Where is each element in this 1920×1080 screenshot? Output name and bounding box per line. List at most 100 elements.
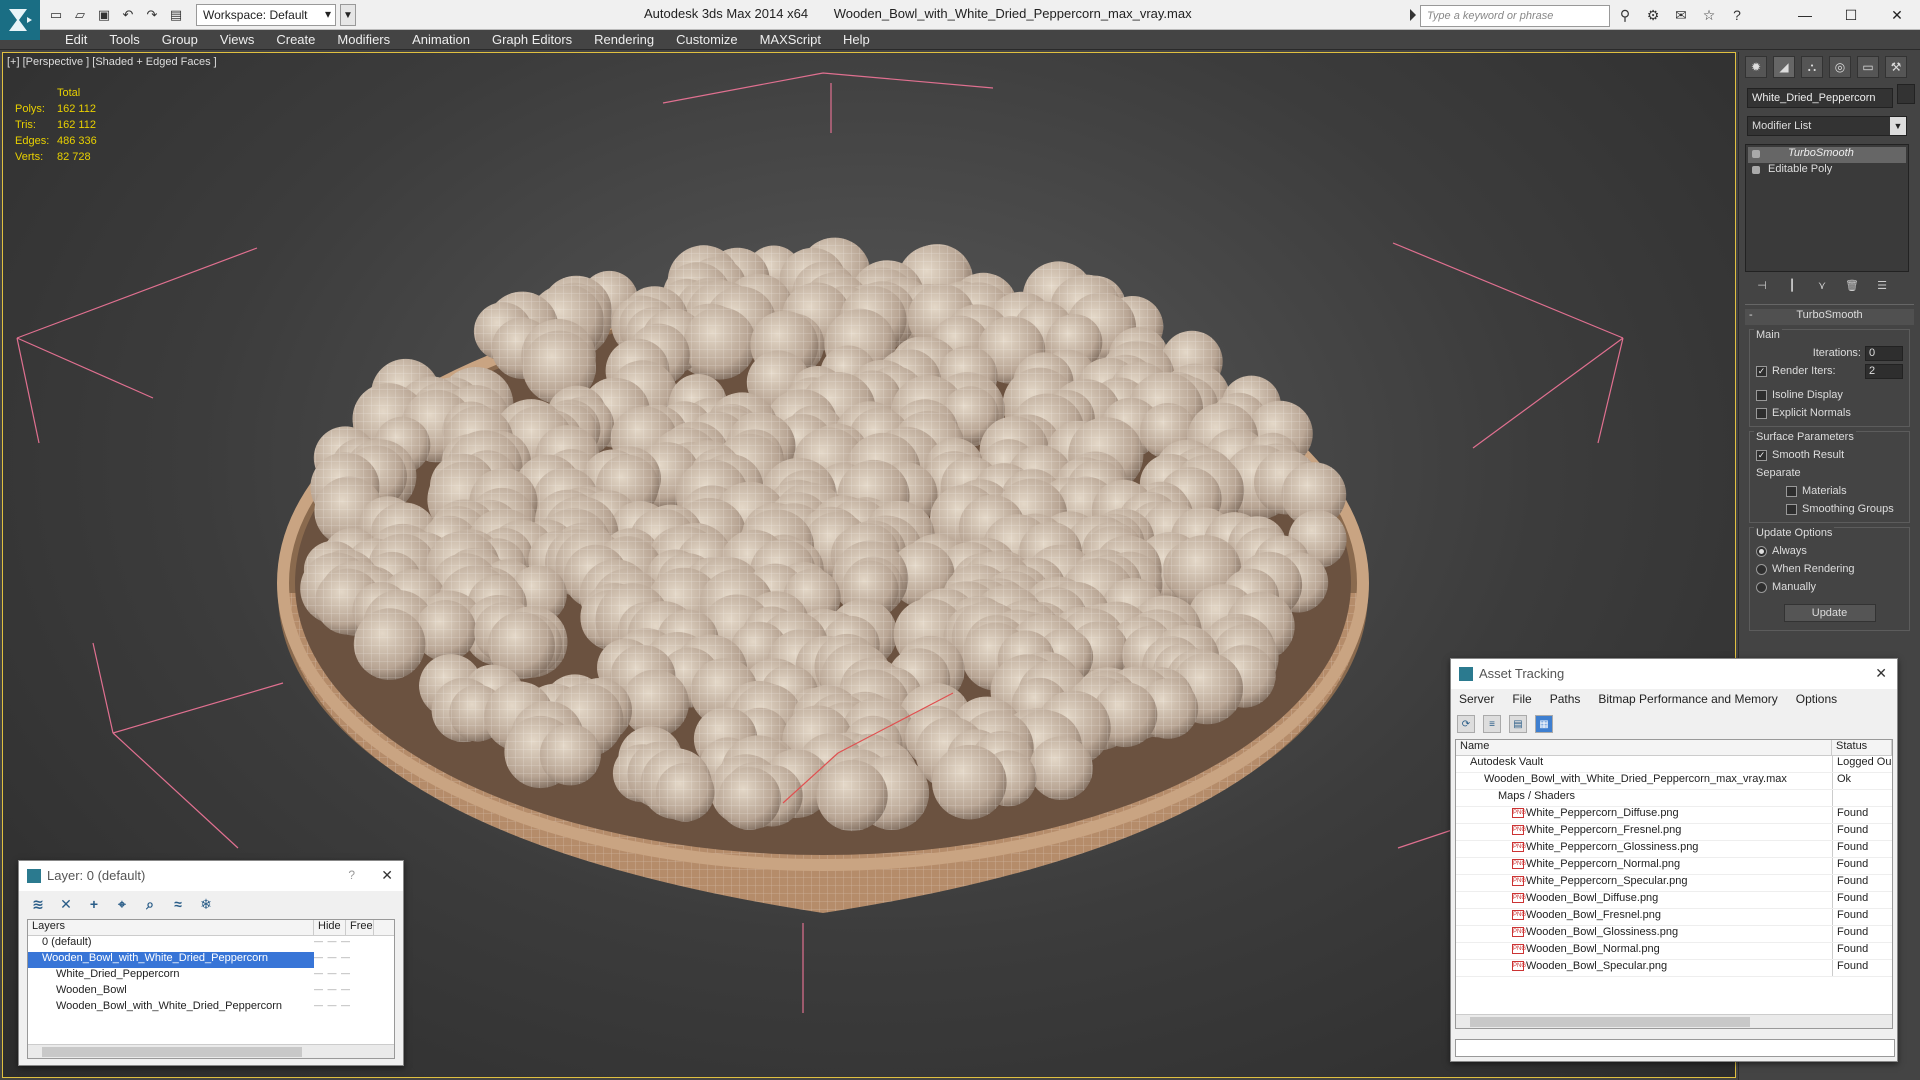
asset-row[interactable]: PNGWooden_Bowl_Glossiness.png Found bbox=[1456, 926, 1892, 943]
add-to-layer-icon[interactable]: + bbox=[85, 895, 103, 913]
menu-item-modifiers[interactable]: Modifiers bbox=[326, 32, 401, 47]
asset-row[interactable]: PNGWooden_Bowl_Normal.png Found bbox=[1456, 943, 1892, 960]
maximize-button[interactable]: ☐ bbox=[1828, 0, 1874, 30]
menu-item-create[interactable]: Create bbox=[265, 32, 326, 47]
pin-stack-icon[interactable]: ⊣ bbox=[1753, 276, 1771, 294]
asset-menu-bitmap-performance-and-memory[interactable]: Bitmap Performance and Memory bbox=[1598, 692, 1777, 708]
select-objects-icon[interactable]: ⌖ bbox=[113, 895, 131, 913]
menu-item-animation[interactable]: Animation bbox=[401, 32, 481, 47]
render-iters-spinner[interactable]: 2 bbox=[1865, 363, 1903, 379]
search-expand-icon[interactable] bbox=[1410, 9, 1416, 21]
details-view-icon[interactable]: ▤ bbox=[1509, 715, 1527, 733]
isoline-display-checkbox[interactable] bbox=[1756, 389, 1767, 401]
table-view-icon[interactable]: ▦ bbox=[1535, 715, 1553, 733]
col-hide[interactable]: Hide bbox=[314, 920, 346, 935]
asset-row[interactable]: PNGWhite_Peppercorn_Glossiness.png Found bbox=[1456, 841, 1892, 858]
lightbulb-icon[interactable] bbox=[1752, 150, 1760, 158]
asset-menu-paths[interactable]: Paths bbox=[1550, 692, 1581, 708]
col-status[interactable]: Status bbox=[1832, 740, 1892, 755]
layer-horizontal-scrollbar[interactable] bbox=[28, 1044, 394, 1058]
save-file-icon[interactable]: ▣ bbox=[94, 5, 114, 25]
configure-sets-icon[interactable]: ☰ bbox=[1873, 276, 1891, 294]
help-icon[interactable]: ? bbox=[1726, 5, 1748, 25]
help-icon[interactable]: ? bbox=[348, 868, 355, 882]
stack-item-turbosmooth[interactable]: TurboSmooth bbox=[1748, 147, 1906, 163]
asset-row[interactable]: PNGWhite_Peppercorn_Diffuse.png Found bbox=[1456, 807, 1892, 824]
create-tab-icon[interactable]: ✹ bbox=[1745, 56, 1767, 78]
asset-menu-file[interactable]: File bbox=[1512, 692, 1531, 708]
asset-menu-server[interactable]: Server bbox=[1459, 692, 1494, 708]
modify-tab-icon[interactable]: ◢ bbox=[1773, 56, 1795, 78]
layer-row[interactable]: Wooden_Bowl — — — bbox=[28, 984, 394, 1000]
show-end-result-icon[interactable]: ┃ bbox=[1783, 276, 1801, 294]
make-unique-icon[interactable]: ⋎ bbox=[1813, 276, 1831, 294]
utilities-tab-icon[interactable]: ⚒ bbox=[1885, 56, 1907, 78]
binoculars-icon[interactable]: ⚲ bbox=[1614, 5, 1636, 25]
menu-item-maxscript[interactable]: MAXScript bbox=[749, 32, 832, 47]
menu-item-group[interactable]: Group bbox=[151, 32, 209, 47]
workspace-select[interactable]: Workspace: Default bbox=[196, 4, 336, 26]
stack-item-editable-poly[interactable]: Editable Poly bbox=[1748, 163, 1906, 179]
layer-dialog-close-icon[interactable]: ✕ bbox=[381, 867, 393, 884]
delete-layer-icon[interactable]: ✕ bbox=[57, 895, 75, 913]
hide-all-icon[interactable]: ≈ bbox=[169, 895, 187, 913]
new-layer-icon[interactable]: ≋ bbox=[29, 895, 47, 913]
favorites-star-icon[interactable]: ☆ bbox=[1698, 5, 1720, 25]
asset-row[interactable]: PNGWooden_Bowl_Fresnel.png Found bbox=[1456, 909, 1892, 926]
minimize-button[interactable]: — bbox=[1782, 0, 1828, 30]
asset-row[interactable]: Autodesk Vault Logged Ou bbox=[1456, 756, 1892, 773]
asset-horizontal-scrollbar[interactable] bbox=[1456, 1014, 1892, 1028]
modifier-list-dropdown[interactable]: Modifier List bbox=[1747, 116, 1907, 136]
layer-row[interactable]: 0 (default) — — — bbox=[28, 936, 394, 952]
layer-hide-toggle[interactable]: — — — bbox=[314, 984, 364, 1000]
manually-radio[interactable] bbox=[1756, 581, 1767, 593]
undo-icon[interactable]: ↶ bbox=[118, 5, 138, 25]
layer-dialog-titlebar[interactable]: Layer: 0 (default) ? ✕ bbox=[19, 861, 403, 891]
layer-row[interactable]: Wooden_Bowl_with_White_Dried_Peppercorn —… bbox=[28, 1000, 394, 1016]
col-layers[interactable]: Layers bbox=[28, 920, 314, 935]
menu-item-help[interactable]: Help bbox=[832, 32, 881, 47]
menu-item-edit[interactable]: Edit bbox=[54, 32, 98, 47]
render-iters-checkbox[interactable]: ✓ bbox=[1756, 365, 1767, 377]
asset-row[interactable]: PNGWhite_Peppercorn_Specular.png Found bbox=[1456, 875, 1892, 892]
materials-checkbox[interactable] bbox=[1786, 485, 1797, 497]
turbosmooth-rollout-header[interactable]: TurboSmooth bbox=[1745, 309, 1914, 325]
search-input[interactable]: Type a keyword or phrase bbox=[1420, 5, 1610, 27]
project-folder-icon[interactable]: ▤ bbox=[166, 5, 186, 25]
layer-hide-toggle[interactable]: — — — bbox=[314, 968, 364, 984]
asset-row[interactable]: PNGWhite_Peppercorn_Normal.png Found bbox=[1456, 858, 1892, 875]
layer-row-name[interactable]: Wooden_Bowl_with_White_Dried_Peppercorn bbox=[28, 1000, 314, 1016]
layer-row-name[interactable]: White_Dried_Peppercorn bbox=[28, 968, 314, 984]
asset-row[interactable]: PNGWooden_Bowl_Diffuse.png Found bbox=[1456, 892, 1892, 909]
explicit-normals-checkbox[interactable] bbox=[1756, 407, 1767, 419]
object-color-swatch[interactable] bbox=[1897, 84, 1915, 104]
asset-row[interactable]: Maps / Shaders bbox=[1456, 790, 1892, 807]
col-freeze[interactable]: Free bbox=[346, 920, 374, 935]
asset-row[interactable]: PNGWhite_Peppercorn_Fresnel.png Found bbox=[1456, 824, 1892, 841]
remove-modifier-icon[interactable]: 🗑 bbox=[1843, 276, 1861, 294]
smooth-result-checkbox[interactable]: ✓ bbox=[1756, 449, 1767, 461]
always-radio[interactable] bbox=[1756, 545, 1767, 557]
menu-item-rendering[interactable]: Rendering bbox=[583, 32, 665, 47]
viewport-label[interactable]: [+] [Perspective ] [Shaded + Edged Faces… bbox=[7, 56, 217, 68]
smoothing-groups-checkbox[interactable] bbox=[1786, 503, 1797, 515]
layer-hide-toggle[interactable]: — — — bbox=[314, 1000, 364, 1016]
layer-row[interactable]: Wooden_Bowl_with_White_Dried_Peppercorn —… bbox=[28, 952, 394, 968]
new-file-icon[interactable]: ▭ bbox=[46, 5, 66, 25]
menu-item-customize[interactable]: Customize bbox=[665, 32, 748, 47]
refresh-icon[interactable]: ⟳ bbox=[1457, 715, 1475, 733]
menu-item-tools[interactable]: Tools bbox=[98, 32, 150, 47]
layer-row-name[interactable]: Wooden_Bowl_with_White_Dried_Peppercorn bbox=[28, 952, 314, 968]
asset-row[interactable]: Wooden_Bowl_with_White_Dried_Peppercorn_… bbox=[1456, 773, 1892, 790]
object-name-field[interactable]: White_Dried_Peppercorn bbox=[1747, 88, 1893, 108]
motion-tab-icon[interactable]: ◎ bbox=[1829, 56, 1851, 78]
iterations-spinner[interactable]: 0 bbox=[1865, 345, 1903, 361]
asset-menu-options[interactable]: Options bbox=[1796, 692, 1837, 708]
highlight-layer-icon[interactable]: ⌕ bbox=[141, 895, 159, 913]
col-name[interactable]: Name bbox=[1456, 740, 1832, 755]
communication-icon[interactable]: ✉ bbox=[1670, 5, 1692, 25]
menu-item-views[interactable]: Views bbox=[209, 32, 265, 47]
layer-row-name[interactable]: Wooden_Bowl bbox=[28, 984, 314, 1000]
asset-dialog-close-icon[interactable]: ✕ bbox=[1875, 665, 1887, 682]
hierarchy-tab-icon[interactable]: ⛬ bbox=[1801, 56, 1823, 78]
